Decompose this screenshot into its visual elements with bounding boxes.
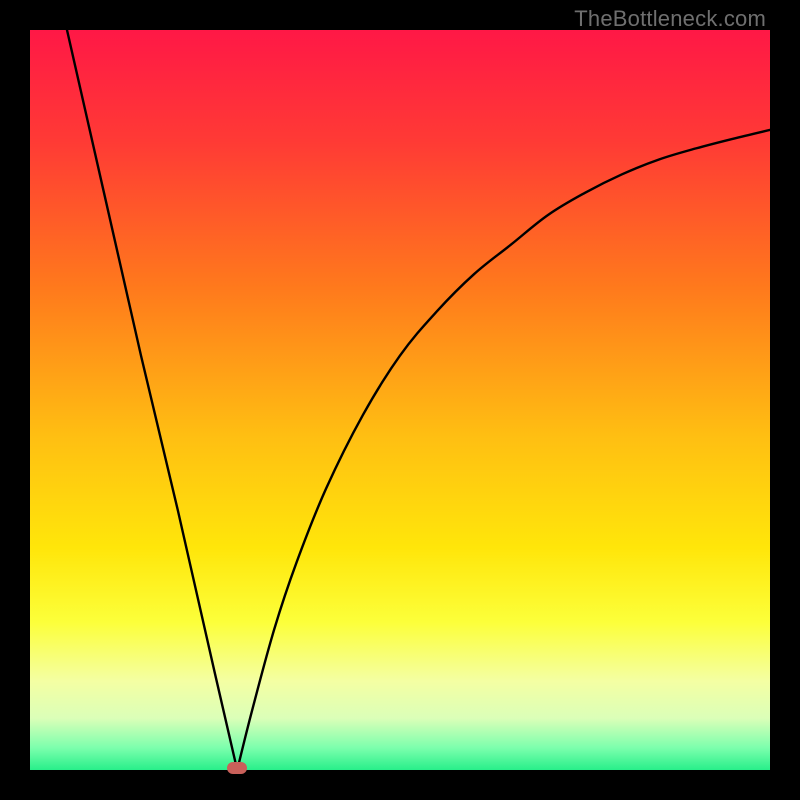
curve-left-branch: [67, 30, 237, 770]
curve-right-branch: [237, 130, 770, 770]
optimum-marker: [227, 762, 247, 774]
bottleneck-curve: [30, 30, 770, 770]
plot-area: [30, 30, 770, 770]
chart-frame: [30, 30, 770, 770]
watermark-text: TheBottleneck.com: [574, 6, 766, 32]
